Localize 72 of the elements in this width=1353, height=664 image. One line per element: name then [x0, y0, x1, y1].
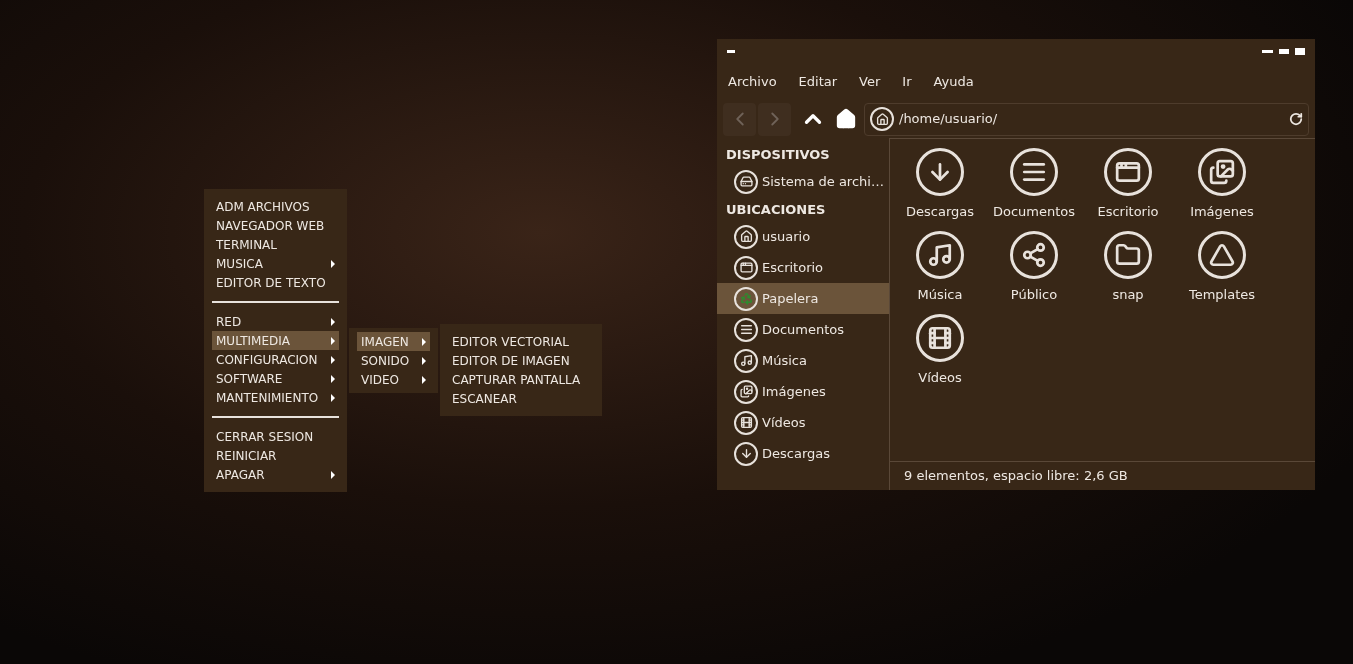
menu-item[interactable]: EDITOR DE IMAGEN	[448, 351, 594, 370]
menu-item[interactable]: TERMINAL	[212, 235, 339, 254]
window-icon	[1104, 148, 1152, 196]
menu-item[interactable]: MULTIMEDIA	[212, 331, 339, 350]
menu-item[interactable]: REINICIAR	[212, 446, 339, 465]
menu-item[interactable]: ESCANEAR	[448, 389, 594, 408]
menu-item[interactable]: SONIDO	[357, 351, 430, 370]
home-icon	[734, 224, 758, 249]
file-item[interactable]: Documentos	[987, 148, 1081, 231]
file-item[interactable]: Escritorio	[1081, 148, 1175, 231]
location-field[interactable]: /home/usuario/	[864, 102, 1309, 136]
film-icon	[734, 410, 758, 435]
menu-item[interactable]: SOFTWARE	[212, 369, 339, 388]
set-square-icon	[1198, 231, 1246, 279]
menu-item[interactable]: VIDEO	[357, 370, 430, 389]
sidebar-item[interactable]: Papelera	[717, 283, 889, 314]
file-item[interactable]: Descargas	[893, 148, 987, 231]
minimize-icon[interactable]	[1262, 50, 1273, 53]
sidebar-item[interactable]: Escritorio	[717, 252, 889, 283]
window-icon	[734, 255, 758, 280]
folder-icon	[1104, 231, 1152, 279]
pictures-icon	[734, 379, 758, 404]
film-icon	[916, 314, 964, 362]
menu-item[interactable]: MUSICA	[212, 254, 339, 273]
menu-item[interactable]: CERRAR SESION	[212, 427, 339, 446]
sidebar-item[interactable]: Música	[717, 345, 889, 376]
sidebar-item[interactable]: Sistema de archi…	[717, 166, 889, 197]
file-item[interactable]: Templates	[1175, 231, 1269, 314]
menu-item[interactable]: MANTENIMIENTO	[212, 388, 339, 407]
file-item[interactable]: Imágenes	[1175, 148, 1269, 231]
reload-icon[interactable]	[1289, 112, 1303, 126]
drive-icon	[734, 169, 758, 194]
menu-item[interactable]: EDITOR VECTORIAL	[448, 332, 594, 351]
menu-item[interactable]: CAPTURAR PANTALLA	[448, 370, 594, 389]
status-bar: 9 elementos, espacio libre: 2,6 GB	[890, 461, 1315, 490]
sidebar-heading: UBICACIONES	[725, 201, 827, 220]
recycle-icon	[734, 286, 758, 311]
menu-item[interactable]: EDITOR DE TEXTO	[212, 273, 339, 292]
menu-item[interactable]: RED	[212, 312, 339, 331]
menu-bar-item[interactable]: Editar	[798, 72, 838, 92]
music-note-icon	[916, 231, 964, 279]
file-item[interactable]: Vídeos	[893, 314, 987, 397]
sidebar-item[interactable]: usuario	[717, 221, 889, 252]
lines-icon	[1010, 148, 1058, 196]
sidebar-item[interactable]: Descargas	[717, 438, 889, 469]
file-item[interactable]: Público	[987, 231, 1081, 314]
pictures-icon	[1198, 148, 1246, 196]
sidebar-item[interactable]: Imágenes	[717, 376, 889, 407]
file-item[interactable]: snap	[1081, 231, 1175, 314]
close-icon[interactable]	[1295, 48, 1305, 55]
share-icon	[1010, 231, 1058, 279]
menu-item[interactable]: IMAGEN	[357, 332, 430, 351]
menu-item[interactable]: CONFIGURACION	[212, 350, 339, 369]
sidebar-item[interactable]: Documentos	[717, 314, 889, 345]
download-icon	[734, 441, 758, 466]
sidebar-heading: DISPOSITIVOS	[725, 146, 831, 165]
maximize-icon[interactable]	[1279, 49, 1289, 54]
menu-bar-item[interactable]: Ver	[859, 72, 881, 92]
lines-icon	[734, 317, 758, 342]
menu-bar-item[interactable]: Ayuda	[933, 72, 974, 92]
sidebar-item[interactable]: Vídeos	[717, 407, 889, 438]
download-icon	[916, 148, 964, 196]
menu-bar-item[interactable]: Archivo	[728, 72, 777, 92]
menu-item[interactable]: APAGAR	[212, 465, 339, 484]
menu-bar-item[interactable]: Ir	[902, 72, 912, 92]
home-icon	[870, 107, 894, 131]
menu-item[interactable]: ADM ARCHIVOS	[212, 197, 339, 216]
window-menu-icon[interactable]	[727, 50, 735, 53]
menu-item[interactable]: NAVEGADOR WEB	[212, 216, 339, 235]
home-icon[interactable]	[835, 108, 857, 130]
music-note-icon	[734, 348, 758, 373]
file-item[interactable]: Música	[893, 231, 987, 314]
